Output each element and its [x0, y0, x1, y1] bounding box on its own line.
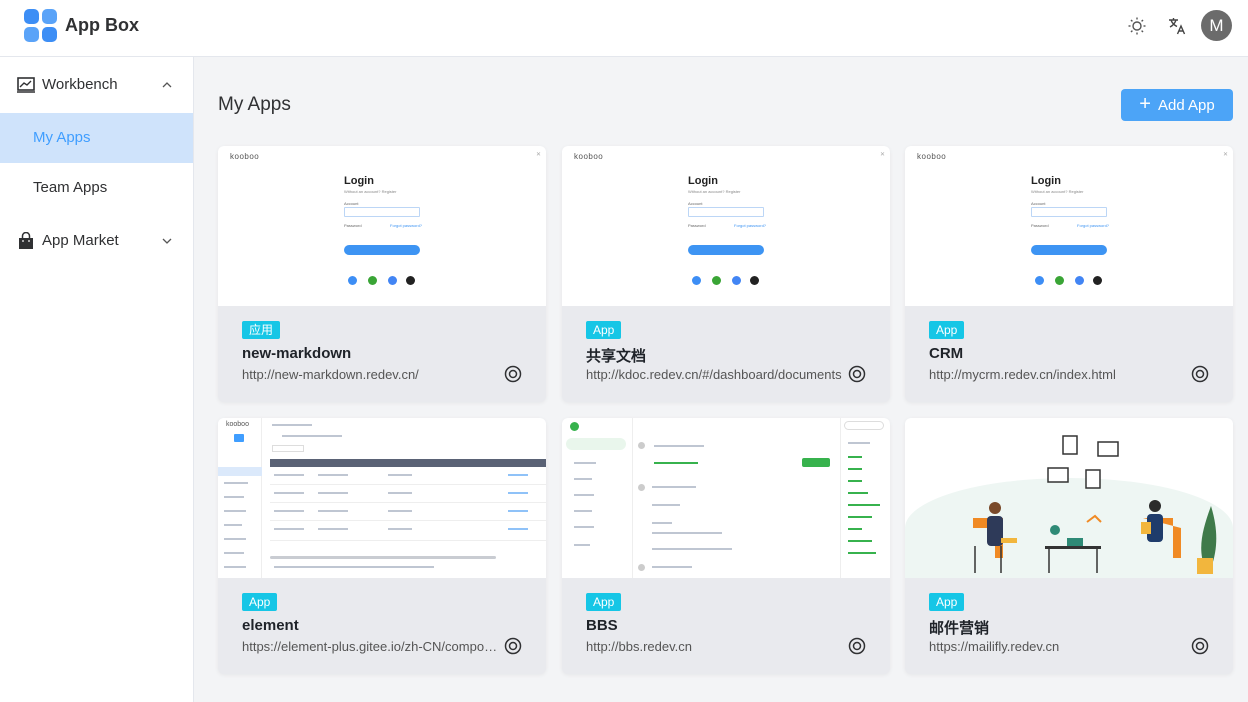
chevron-up-icon: [162, 82, 172, 88]
app-name: 邮件营销: [929, 620, 990, 637]
app-tag: App: [586, 593, 622, 611]
add-app-label: Add App: [1157, 96, 1215, 114]
sidebar-item-my-apps[interactable]: My Apps: [0, 113, 193, 163]
app-screenshot-table: kooboo: [218, 418, 546, 578]
app-screenshot-login: kooboo ✕ Login Without an account? Regis…: [562, 146, 890, 306]
plus-icon: +: [1139, 93, 1151, 115]
add-app-button[interactable]: + Add App: [1121, 89, 1233, 121]
app-card[interactable]: kooboo ✕ Login Without an account? Regis…: [562, 146, 890, 402]
app-screenshot-forum: [562, 418, 890, 578]
app-screenshot-login: kooboo ✕ Login Without an account? Regis…: [218, 146, 546, 306]
app-tag: 应用: [242, 321, 281, 339]
people-conversation-illustration: [973, 435, 1217, 574]
sidebar-item-team-apps[interactable]: Team Apps: [0, 163, 193, 213]
shopping-bag-icon: [19, 232, 33, 249]
app-screenshot-illustration: [905, 418, 1233, 578]
top-header: App Box M: [0, 0, 1248, 57]
app-tag: App: [929, 321, 965, 339]
sidebar: Workbench My Apps Team Apps App Market: [0, 57, 194, 702]
sidebar-group-workbench[interactable]: Workbench: [0, 57, 193, 113]
app-name: BBS: [586, 617, 618, 634]
app-url[interactable]: http://kdoc.redev.cn/#/dashboard/documen…: [586, 367, 844, 382]
app-card[interactable]: kooboo App element https://element-plus.…: [218, 418, 546, 674]
app-url[interactable]: http://bbs.redev.cn: [586, 639, 844, 654]
sidebar-item-label: Team Apps: [33, 179, 108, 196]
app-screenshot-login: kooboo ✕ Login Without an account? Regis…: [905, 146, 1233, 306]
app-url[interactable]: https://mailifly.redev.cn: [929, 639, 1187, 654]
sidebar-group-label: App Market: [42, 232, 119, 249]
theme-toggle-sun-icon[interactable]: [1125, 14, 1149, 38]
chart-monitor-icon: [17, 77, 35, 93]
translate-icon[interactable]: [1165, 14, 1189, 38]
app-card[interactable]: kooboo ✕ Login Without an account? Regis…: [905, 146, 1233, 402]
app-tag: App: [242, 593, 278, 611]
page-title: My Apps: [218, 94, 291, 115]
sidebar-group-label: Workbench: [42, 76, 118, 93]
app-card[interactable]: kooboo ✕ Login Without an account? Regis…: [218, 146, 546, 402]
app-name: new-markdown: [242, 345, 352, 362]
eye-preview-icon[interactable]: [504, 637, 522, 655]
eye-preview-icon[interactable]: [504, 365, 522, 383]
app-box-logo-icon: [24, 9, 57, 42]
app-title: App Box: [65, 15, 139, 35]
app-card[interactable]: App 邮件营销 https://mailifly.redev.cn: [905, 418, 1233, 674]
eye-preview-icon[interactable]: [848, 637, 866, 655]
sidebar-group-app-market[interactable]: App Market: [0, 213, 193, 269]
sidebar-item-label: My Apps: [33, 129, 91, 146]
app-name: element: [242, 617, 299, 634]
chevron-down-icon: [162, 238, 172, 244]
app-url[interactable]: https://element-plus.gitee.io/zh-CN/comp…: [242, 639, 500, 654]
app-url[interactable]: http://new-markdown.redev.cn/: [242, 367, 500, 382]
eye-preview-icon[interactable]: [1191, 365, 1209, 383]
app-card[interactable]: App BBS http://bbs.redev.cn: [562, 418, 890, 674]
eye-preview-icon[interactable]: [848, 365, 866, 383]
app-tag: App: [586, 321, 622, 339]
app-name: 共享文档: [586, 348, 647, 365]
app-url[interactable]: http://mycrm.redev.cn/index.html: [929, 367, 1187, 382]
app-name: CRM: [929, 345, 964, 362]
app-tag: App: [929, 593, 965, 611]
eye-preview-icon[interactable]: [1191, 637, 1209, 655]
user-avatar[interactable]: M: [1201, 10, 1232, 41]
